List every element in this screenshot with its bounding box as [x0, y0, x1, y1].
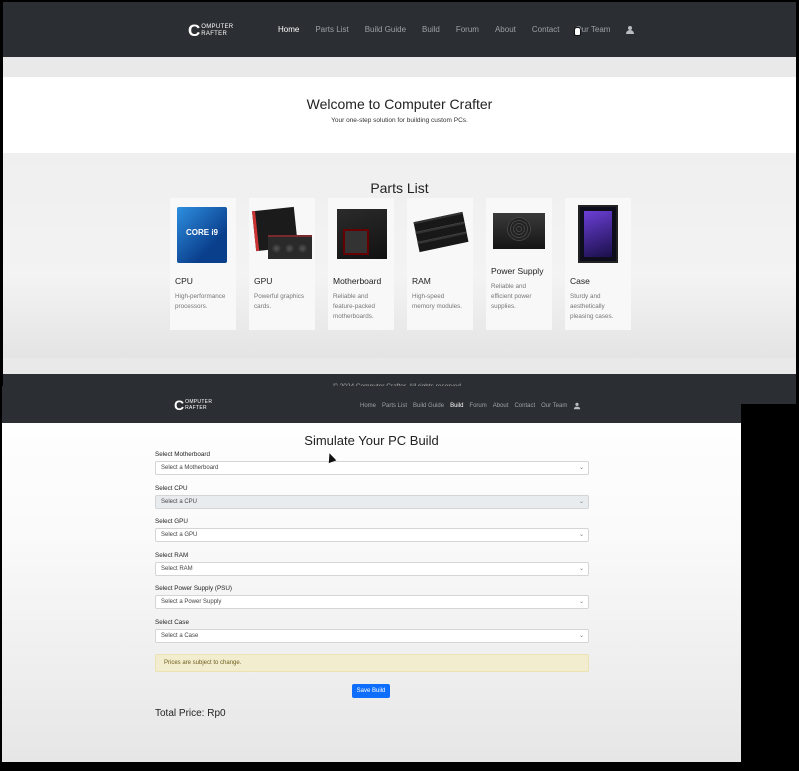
nav-home[interactable]: Home: [360, 403, 376, 409]
part-card-power-supply[interactable]: Power Supply Reliable and efficient powe…: [486, 198, 552, 330]
nav-parts-list[interactable]: Parts List: [382, 403, 407, 409]
parts-cards: CORE i9 CPU High-performance processors.…: [170, 198, 644, 330]
total-price: Total Price: Rp0: [155, 708, 226, 719]
field-label: Select RAM: [155, 551, 189, 559]
cpu-box-label: CORE i9: [186, 228, 219, 237]
nav-build-guide[interactable]: Build Guide: [413, 403, 444, 409]
nav-build[interactable]: Build: [450, 403, 463, 409]
nav-menu: Home Parts List Build Guide Build Forum …: [360, 402, 587, 410]
parts-section: Parts List CORE i9 CPU High-performance …: [3, 153, 796, 358]
logo-line-2: RAFTER: [201, 30, 228, 37]
logo-letter: C: [174, 397, 185, 413]
field-cpu: Select CPU Select a CPU ⌄: [155, 484, 589, 518]
nav-build-guide[interactable]: Build Guide: [365, 25, 406, 34]
select-value: Select a CPU: [161, 498, 198, 505]
nav-parts-list[interactable]: Parts List: [315, 25, 348, 34]
nav-forum[interactable]: Forum: [469, 403, 486, 409]
psu-icon: [491, 203, 547, 263]
field-label: Select GPU: [155, 518, 188, 525]
part-card-ram[interactable]: RAM High-speed memory modules.: [407, 198, 473, 330]
hero-title: Welcome to Computer Crafter: [306, 96, 493, 112]
gpu-select[interactable]: Select a GPU ⌄: [155, 528, 589, 542]
save-build-button[interactable]: Save Build: [352, 684, 390, 698]
build-form: Select Motherboard Select a Motherboard …: [155, 450, 589, 651]
field-label: Select Motherboard: [155, 451, 210, 458]
field-case: Select Case Select a Case ⌄: [155, 618, 589, 652]
field-motherboard: Select Motherboard Select a Motherboard …: [155, 450, 589, 484]
nav-about[interactable]: About: [495, 25, 516, 34]
chevron-down-icon: ⌄: [578, 498, 584, 505]
part-name: RAM: [412, 276, 431, 286]
field-label: Select Power Supply (PSU): [155, 585, 232, 592]
part-desc: Sturdy and aesthetically pleasing cases.: [570, 293, 614, 320]
nav-build[interactable]: Build: [422, 25, 440, 34]
price-alert: Prices are subject to change.: [155, 654, 589, 672]
site-logo[interactable]: C OMPUTER RAFTER: [188, 22, 233, 39]
psu-select[interactable]: Select a Power Supply ⌄: [155, 595, 589, 609]
case-icon: [570, 203, 626, 263]
field-psu: Select Power Supply (PSU) Select a Power…: [155, 584, 589, 618]
part-name: CPU: [175, 276, 193, 286]
chevron-down-icon: ⌄: [578, 532, 584, 538]
logo-line-1: OMPUTER: [201, 23, 234, 30]
select-value: Select a Motherboard: [161, 465, 219, 471]
nav-our-team[interactable]: Our Team: [541, 403, 567, 409]
part-card-gpu[interactable]: GPU Powerful graphics cards.: [249, 198, 315, 330]
user-icon[interactable]: [626, 25, 635, 34]
nav-contact[interactable]: Contact: [514, 403, 535, 409]
select-value: Select a Power Supply: [161, 599, 222, 605]
field-gpu: Select GPU Select a GPU ⌄: [155, 517, 589, 551]
logo-line-2: RAFTER: [185, 405, 207, 411]
part-name: Power Supply: [491, 266, 544, 276]
gpu-icon: [252, 203, 312, 263]
part-card-motherboard[interactable]: Motherboard Reliable and feature-packed …: [328, 198, 394, 330]
nav-menu: Home Parts List Build Guide Build Forum …: [278, 25, 650, 34]
part-desc: High-speed memory modules.: [412, 293, 463, 310]
hand-cursor-icon: [574, 27, 581, 36]
part-desc: Powerful graphics cards.: [254, 293, 305, 310]
part-name: Case: [570, 276, 590, 286]
logo-wordmark: OMPUTER RAFTER: [185, 399, 212, 411]
ram-icon: [412, 203, 469, 263]
nav-contact[interactable]: Contact: [532, 25, 560, 34]
hero-subtitle: Your one-step solution for building cust…: [331, 117, 468, 124]
part-desc: Reliable and feature-packed motherboards…: [333, 293, 376, 320]
part-card-case[interactable]: Case Sturdy and aesthetically pleasing c…: [565, 198, 631, 330]
select-value: Select a GPU: [161, 532, 198, 538]
logo-letter: C: [188, 21, 201, 40]
cpu-select[interactable]: Select a CPU ⌄: [155, 494, 589, 509]
nav-about[interactable]: About: [493, 403, 509, 409]
field-label: Select Case: [155, 618, 189, 626]
part-name: Motherboard: [333, 276, 382, 286]
build-navbar: C OMPUTER RAFTER Home Parts List Build G…: [2, 386, 741, 423]
top-navbar: C OMPUTER RAFTER Home Parts List Build G…: [3, 2, 796, 57]
select-value: Select RAM: [161, 565, 193, 572]
select-value: Select a Case: [161, 632, 199, 639]
nav-forum[interactable]: Forum: [456, 25, 479, 34]
motherboard-icon: [333, 203, 389, 263]
cpu-box-icon: CORE i9: [175, 203, 231, 263]
chevron-down-icon: ⌄: [578, 465, 584, 471]
nav-home[interactable]: Home: [278, 25, 299, 34]
user-icon[interactable]: [574, 402, 581, 410]
part-desc: Reliable and efficient power supplies.: [491, 283, 532, 310]
home-page-screenshot: C OMPUTER RAFTER Home Parts List Build G…: [3, 2, 796, 404]
hero-section: Welcome to Computer Crafter Your one-ste…: [3, 77, 796, 153]
site-logo[interactable]: C OMPUTER RAFTER: [174, 398, 212, 412]
chevron-down-icon: ⌄: [578, 599, 584, 605]
chevron-down-icon: ⌄: [578, 565, 584, 572]
case-select[interactable]: Select a Case ⌄: [155, 628, 589, 643]
field-ram: Select RAM Select RAM ⌄: [155, 551, 589, 585]
chevron-down-icon: ⌄: [578, 632, 584, 639]
logo-wordmark: OMPUTER RAFTER: [201, 24, 233, 38]
parts-title: Parts List: [370, 180, 429, 196]
field-label: Select CPU: [155, 484, 188, 492]
ram-select[interactable]: Select RAM ⌄: [155, 561, 589, 576]
page-title: Simulate Your PC Build: [304, 433, 439, 448]
part-desc: High-performance processors.: [175, 293, 226, 310]
part-name: GPU: [254, 276, 273, 286]
motherboard-select[interactable]: Select a Motherboard ⌄: [155, 461, 589, 475]
part-card-cpu[interactable]: CORE i9 CPU High-performance processors.: [170, 198, 236, 330]
build-page-screenshot: C OMPUTER RAFTER Home Parts List Build G…: [2, 386, 741, 762]
